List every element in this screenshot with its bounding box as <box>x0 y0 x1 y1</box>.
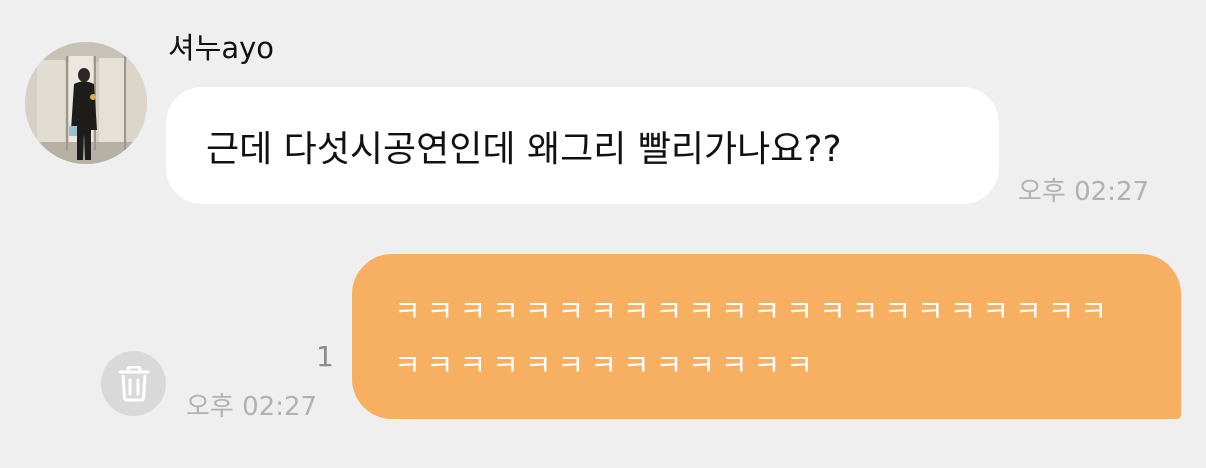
sender-avatar[interactable] <box>25 42 147 164</box>
outgoing-message-bubble[interactable]: ㅋㅋㅋㅋㅋㅋㅋㅋㅋㅋㅋㅋㅋㅋㅋㅋㅋㅋㅋㅋㅋㅋㅋㅋㅋㅋㅋㅋㅋㅋㅋㅋㅋㅋㅋ <box>352 254 1181 419</box>
avatar-photo <box>25 42 147 164</box>
unread-count: 1 <box>316 340 334 373</box>
outgoing-message-text: ㅋㅋㅋㅋㅋㅋㅋㅋㅋㅋㅋㅋㅋㅋㅋㅋㅋㅋㅋㅋㅋㅋㅋㅋㅋㅋㅋㅋㅋㅋㅋㅋㅋㅋㅋ <box>394 294 1113 382</box>
sender-name: 셔누ayo <box>168 31 275 65</box>
incoming-timestamp: 오후 02:27 <box>1018 177 1150 207</box>
trash-icon <box>118 365 149 401</box>
incoming-message-bubble[interactable]: 근데 다섯시공연인데 왜그리 빨리가나요?? <box>166 87 999 204</box>
outgoing-timestamp: 오후 02:27 <box>186 392 318 422</box>
incoming-message-text: 근데 다섯시공연인데 왜그리 빨리가나요?? <box>206 128 842 170</box>
delete-button[interactable] <box>101 351 166 416</box>
